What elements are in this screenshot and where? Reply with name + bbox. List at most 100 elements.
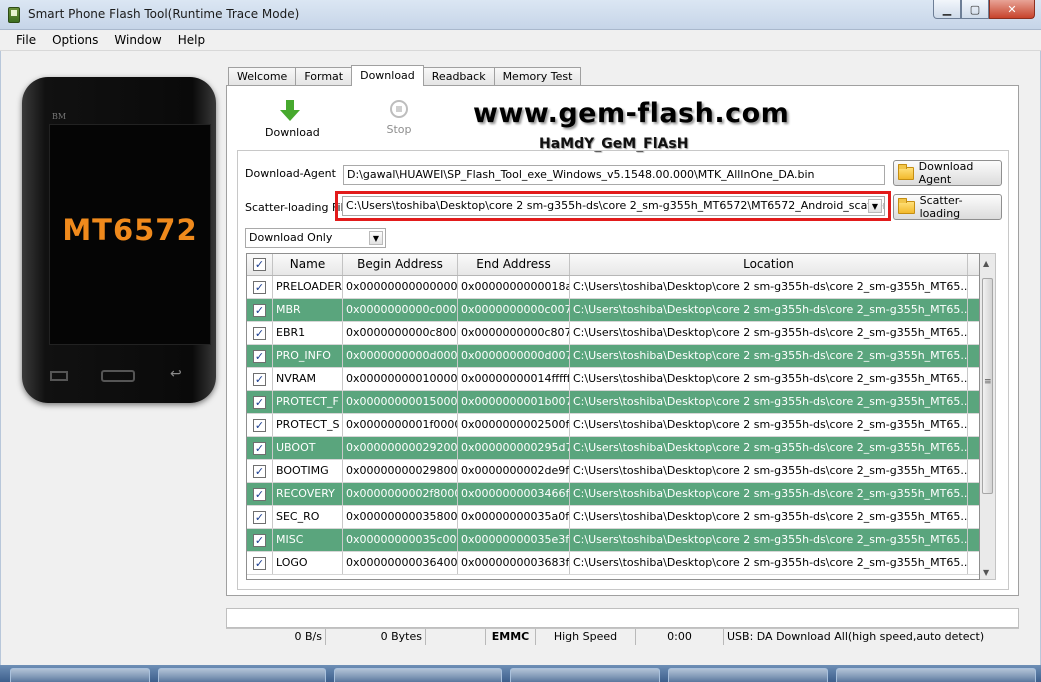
table-row[interactable]: ✓ LOGO0x00000000036400000x0000000003683ff… [247,552,979,575]
table-body: ✓PRELOADER0x00000000000000000x0000000000… [247,276,979,575]
cell-location: C:\Users\toshiba\Desktop\core 2 sm-g355h… [570,460,968,482]
table-row[interactable]: ✓ PROTECT_F0x00000000015000000x0000000001… [247,391,979,414]
download-agent-field[interactable]: D:\gawal\HUAWEI\SP_Flash_Tool_exe_Window… [343,165,885,185]
taskbar-item[interactable] [668,668,828,682]
chevron-down-icon[interactable]: ▼ [868,199,882,213]
table-row[interactable]: ✓ RECOVERY 0x0000000002f80000 0x00000000034… [247,483,979,506]
cell-location: C:\Users\toshiba\Desktop\core 2 sm-g355h… [570,483,968,505]
row-checkbox[interactable]: ✓ [253,326,266,340]
row-checkbox-cell[interactable]: ✓ [247,322,273,344]
select-all-header[interactable]: ✓ [247,254,273,275]
cell-begin-address: 0x0000000000000000 [343,276,458,298]
phone-keys: ↩ [22,366,216,389]
phone-image: BM MT6572 ↩ [22,77,216,403]
scroll-up-icon[interactable]: ▲ [983,259,989,268]
scrollbar-thumb[interactable] [982,278,993,494]
scatter-loading-button[interactable]: Scatter-loading [893,194,1002,220]
table-row[interactable]: ✓ UBOOT0x00000000029200000x000000000295d7… [247,437,979,460]
row-checkbox-cell[interactable]: ✓ [247,552,273,574]
cell-end-address: 0x00000000014fffff [458,368,570,390]
taskbar-item[interactable] [334,668,502,682]
row-checkbox[interactable]: ✓ [253,418,266,432]
cell-location: C:\Users\toshiba\Desktop\core 2 sm-g355h… [570,506,968,528]
tab-welcome[interactable]: Welcome [228,67,297,86]
close-button[interactable]: ✕ [989,0,1035,19]
row-checkbox[interactable]: ✓ [253,464,266,478]
folder-icon [898,163,914,180]
table-row[interactable]: ✓ EBR10x0000000000c800000x0000000000c807f… [247,322,979,345]
taskbar-item[interactable] [836,668,1036,682]
phone-model-label: MT6572 [62,213,198,247]
minimize-button[interactable]: ▁ [933,0,961,19]
row-checkbox[interactable]: ✓ [253,533,266,547]
table-row[interactable]: ✓ MISC0x00000000035c00000x00000000035e3ff… [247,529,979,552]
window-title: Smart Phone Flash Tool(Runtime Trace Mod… [28,7,300,21]
cell-end-address: 0x0000000002de9fff [458,460,570,482]
download-mode-select[interactable]: Download Only ▼ [245,228,386,248]
row-checkbox-cell[interactable]: ✓ [247,483,273,505]
cell-name: LOGO [273,552,343,574]
row-checkbox[interactable]: ✓ [253,556,266,570]
row-checkbox[interactable]: ✓ [253,303,266,317]
taskbar-item[interactable] [158,668,326,682]
row-checkbox-cell[interactable]: ✓ [247,460,273,482]
tab-bar: Welcome Format Download Readback Memory … [228,65,582,86]
cell-location: C:\Users\toshiba\Desktop\core 2 sm-g355h… [570,391,968,413]
row-checkbox-cell[interactable]: ✓ [247,299,273,321]
cell-name: PRO_INFO [273,345,343,367]
taskbar-item[interactable] [10,668,150,682]
download-button[interactable]: Download [265,100,320,139]
table-row[interactable]: ✓ NVRAM0x00000000010000000x00000000014fff… [247,368,979,391]
status-bytes: 0 Bytes [326,629,426,645]
select-all-checkbox[interactable]: ✓ [253,258,266,271]
home-key-icon [101,370,135,382]
tab-download[interactable]: Download [351,65,424,86]
menu-window[interactable]: Window [106,33,169,47]
maximize-button[interactable]: ▢ [961,0,989,19]
tab-readback[interactable]: Readback [422,67,495,86]
row-checkbox-cell[interactable]: ✓ [247,506,273,528]
row-checkbox[interactable]: ✓ [253,510,266,524]
taskbar-item[interactable] [510,668,660,682]
table-row[interactable]: ✓ PROTECT_S 0x0000000001f00000 0x0000000002… [247,414,979,437]
cell-name: UBOOT [273,437,343,459]
progress-bar [226,608,1019,628]
row-checkbox-cell[interactable]: ✓ [247,437,273,459]
cell-location: C:\Users\toshiba\Desktop\core 2 sm-g355h… [570,368,968,390]
table-row[interactable]: ✓ BOOTIMG0x00000000029800000x0000000002de… [247,460,979,483]
cell-end-address: 0x0000000003466fff [458,483,570,505]
stop-button[interactable]: Stop [379,100,419,136]
row-checkbox[interactable]: ✓ [253,280,266,294]
cell-location: C:\Users\toshiba\Desktop\core 2 sm-g355h… [570,414,968,436]
tab-memory-test[interactable]: Memory Test [493,67,582,86]
chevron-down-icon[interactable]: ▼ [369,231,383,245]
menu-help[interactable]: Help [170,33,213,47]
row-checkbox-cell[interactable]: ✓ [247,391,273,413]
table-scrollbar[interactable]: ▲ ▼ [980,253,996,580]
row-checkbox-cell[interactable]: ✓ [247,414,273,436]
row-checkbox[interactable]: ✓ [253,441,266,455]
table-row[interactable]: ✓ MBR0x0000000000c000000x0000000000c007ff… [247,299,979,322]
download-arrow-icon [280,100,300,122]
row-checkbox-cell[interactable]: ✓ [247,276,273,298]
tab-format[interactable]: Format [295,67,353,86]
table-row[interactable]: ✓ PRELOADER0x00000000000000000x0000000000… [247,276,979,299]
row-checkbox[interactable]: ✓ [253,395,266,409]
table-row[interactable]: ✓ SEC_RO0x00000000035800000x00000000035a0… [247,506,979,529]
scroll-down-icon[interactable]: ▼ [983,568,989,577]
row-checkbox-cell[interactable]: ✓ [247,529,273,551]
scatter-file-combo[interactable]: C:\Users\toshiba\Desktop\core 2 sm-g355h… [342,196,885,216]
menu-options[interactable]: Options [44,33,106,47]
menu-file[interactable]: File [8,33,44,47]
row-checkbox-cell[interactable]: ✓ [247,345,273,367]
cell-location: C:\Users\toshiba\Desktop\core 2 sm-g355h… [570,529,968,551]
table-row[interactable]: ✓ PRO_INFO0x0000000000d000000x0000000000d… [247,345,979,368]
download-agent-button[interactable]: Download Agent [893,160,1002,186]
cell-end-address: 0x0000000000d007ff [458,345,570,367]
row-checkbox[interactable]: ✓ [253,487,266,501]
watermark-site: www.gem-flash.com [473,98,790,129]
header-begin-address: Begin Address [343,254,458,275]
row-checkbox[interactable]: ✓ [253,372,266,386]
row-checkbox[interactable]: ✓ [253,349,266,363]
row-checkbox-cell[interactable]: ✓ [247,368,273,390]
